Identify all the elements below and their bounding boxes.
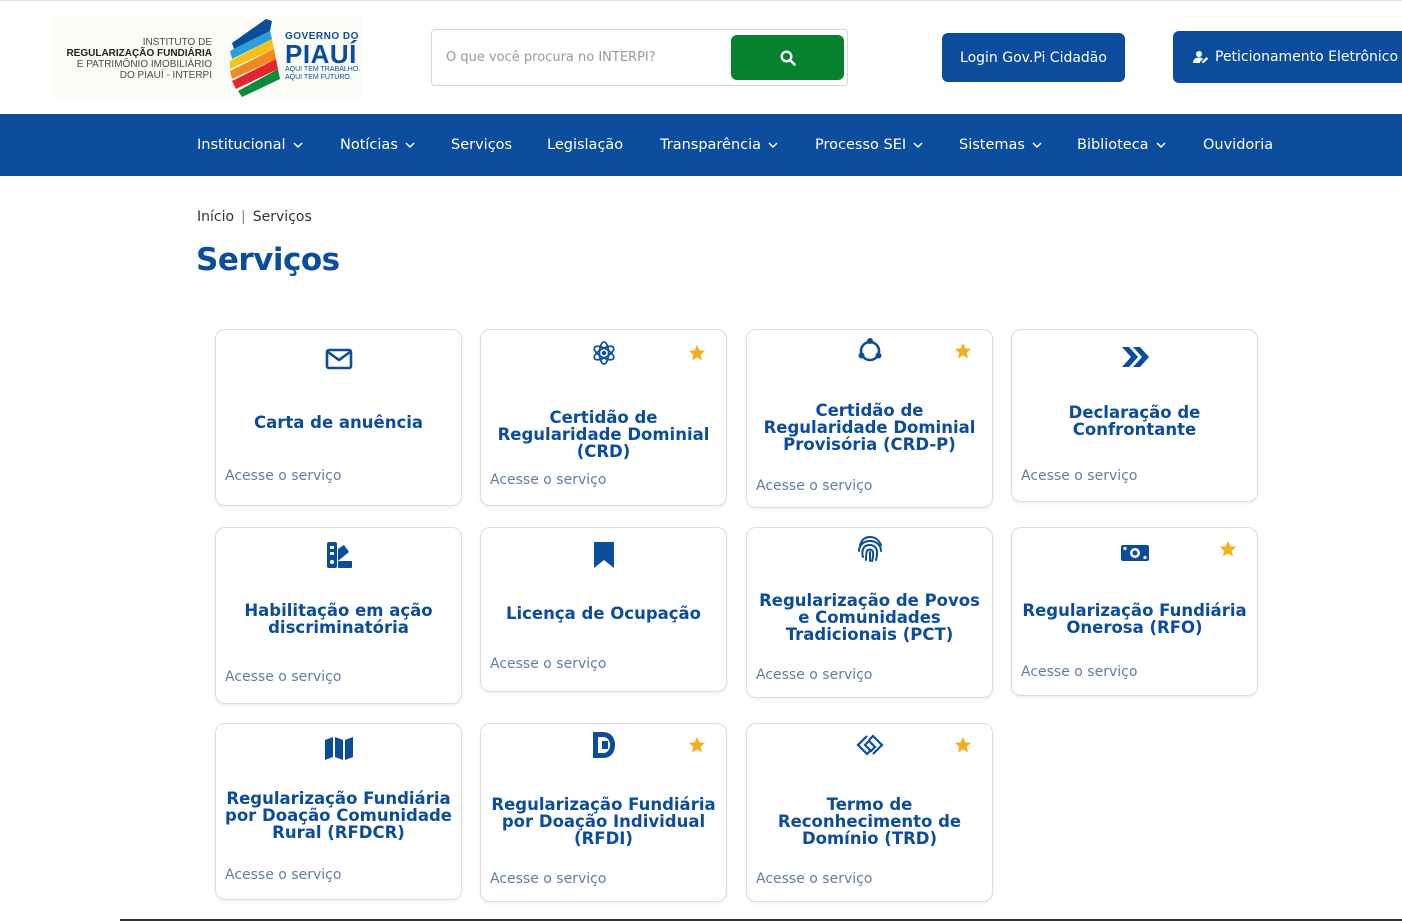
chevron-down-icon — [1032, 137, 1042, 153]
service-card-title: Regularização Fundiária Onerosa (RFO) — [1022, 601, 1247, 637]
star-icon — [954, 736, 972, 754]
service-card[interactable]: Declaração de Confrontante Acesse o servi… — [1011, 329, 1258, 502]
nav-item-label: Biblioteca — [1077, 137, 1149, 153]
chevron-down-icon — [1156, 137, 1166, 153]
logo-line-3: E PATRIMÔNIO IMOBILIÁRIO — [76, 59, 212, 70]
star-icon — [688, 344, 706, 362]
access-service-link[interactable]: Acesse o serviço — [490, 871, 606, 887]
nav-item-label: Sistemas — [959, 137, 1025, 153]
search-input[interactable] — [446, 45, 726, 69]
service-card-title: Regularização Fundiária por Doação Comun… — [225, 789, 452, 842]
service-card[interactable]: Regularização Fundiária por Doação Indiv… — [480, 723, 727, 902]
nav-item-servicos[interactable]: Serviços — [451, 114, 512, 176]
search-box — [431, 29, 848, 86]
fingerprint-icon — [855, 534, 885, 564]
page-title: Serviços — [196, 242, 340, 278]
nav-item-label: Ouvidoria — [1203, 137, 1274, 153]
chevron-down-icon — [405, 137, 415, 153]
access-service-link[interactable]: Acesse o serviço — [225, 669, 341, 685]
money-bill-icon — [1120, 538, 1150, 568]
service-card[interactable]: Carta de anuência Acesse o serviço — [215, 329, 462, 506]
envelope-icon — [324, 344, 354, 374]
access-service-link[interactable]: Acesse o serviço — [490, 472, 606, 488]
chevron-down-icon — [293, 137, 303, 153]
access-service-link[interactable]: Acesse o serviço — [1021, 468, 1137, 484]
nav-item-ouvidoria[interactable]: Ouvidoria — [1203, 114, 1273, 176]
service-card[interactable]: Certidão de Regularidade Dominial Provis… — [746, 329, 993, 508]
service-card[interactable]: Licença de Ocupação Acesse o serviço — [480, 527, 727, 692]
nav-item-biblioteca[interactable]: Biblioteca — [1077, 114, 1166, 176]
nav-item-institucional[interactable]: Institucional — [197, 114, 303, 176]
map-icon — [324, 733, 354, 763]
breadcrumb-separator: | — [241, 209, 246, 225]
gov-piaui-brand: GOVERNO DO PIAUÍ AQUI TEM TRABALHO. AQUI… — [285, 31, 360, 82]
gov-tagline-2: AQUI TEM FUTURO. — [285, 74, 352, 81]
service-card[interactable]: Habilitação em ação discriminatória Acess… — [215, 527, 462, 704]
peticionamento-label: Peticionamento Eletrônico — [1215, 49, 1399, 65]
connected-nodes-icon — [855, 336, 885, 366]
service-card-title: Habilitação em ação discriminatória — [244, 601, 433, 637]
atom-icon — [589, 338, 619, 368]
nav-item-label: Transparência — [660, 137, 762, 153]
access-service-link[interactable]: Acesse o serviço — [490, 656, 606, 672]
login-gov-pi-button[interactable]: Login Gov.Pi Cidadão — [942, 33, 1125, 82]
chevron-down-icon — [768, 137, 778, 153]
nav-item-label: Legislação — [547, 137, 624, 153]
service-card-title: Regularização Fundiária por Doação Indiv… — [491, 795, 716, 848]
user-edit-icon — [1193, 51, 1209, 63]
d-logo-icon — [589, 730, 619, 760]
breadcrumb: Início | Serviços — [197, 209, 312, 225]
swatchbook-icon — [324, 540, 354, 570]
search-button[interactable] — [731, 35, 844, 80]
main-nav: Institucional Notícias Serviços Legislação T… — [0, 114, 1402, 176]
service-card-title: Certidão de Regularidade Dominial (CRD) — [497, 408, 710, 461]
star-icon — [954, 342, 972, 360]
chevron-down-icon — [913, 137, 923, 153]
star-icon — [1219, 540, 1237, 558]
search-icon — [779, 49, 796, 66]
service-card-title: Regularização de Povos e Comunidades Tra… — [759, 591, 980, 644]
access-service-link[interactable]: Acesse o serviço — [756, 667, 872, 683]
service-card[interactable]: Regularização de Povos e Comunidades Tra… — [746, 527, 993, 698]
logo-line-1: INSTITUTO DE — [142, 37, 212, 48]
peticionamento-button[interactable]: Peticionamento Eletrônico — [1173, 31, 1402, 83]
linked-diamonds-icon — [855, 730, 885, 760]
access-service-link[interactable]: Acesse o serviço — [1021, 664, 1137, 680]
service-card-title: Declaração de Confrontante — [1068, 403, 1201, 439]
gov-tagline-1: AQUI TEM TRABALHO. — [285, 66, 361, 73]
nav-item-noticias[interactable]: Notícias — [340, 114, 415, 176]
nav-item-label: Institucional — [197, 137, 286, 153]
nav-item-label: Serviços — [451, 137, 513, 153]
nav-item-legislacao[interactable]: Legislação — [547, 114, 623, 176]
nav-item-sistemas[interactable]: Sistemas — [959, 114, 1042, 176]
access-service-link[interactable]: Acesse o serviço — [225, 867, 341, 883]
service-card-title: Certidão de Regularidade Dominial Provis… — [763, 401, 976, 454]
logo-line-4: DO PIAUÍ - INTERPI — [119, 70, 212, 81]
service-card-title: Carta de anuência — [253, 413, 424, 432]
service-card-title: Termo de Reconhecimento de Domínio (TRD) — [777, 795, 962, 848]
access-service-link[interactable]: Acesse o serviço — [225, 468, 341, 484]
star-icon — [688, 736, 706, 754]
nav-item-transparencia[interactable]: Transparência — [660, 114, 778, 176]
service-card[interactable]: Regularização Fundiária Onerosa (RFO) Ace… — [1011, 527, 1258, 696]
logo-line-2: REGULARIZAÇÃO FUNDIÁRIA — [66, 48, 212, 59]
logo-text: INSTITUTO DE REGULARIZAÇÃO FUNDIÁRIA E P… — [52, 37, 212, 81]
service-card[interactable]: Termo de Reconhecimento de Domínio (TRD)… — [746, 723, 993, 902]
site-header: INSTITUTO DE REGULARIZAÇÃO FUNDIÁRIA E P… — [0, 0, 1402, 114]
access-service-link[interactable]: Acesse o serviço — [756, 478, 872, 494]
nav-item-label: Processo SEI — [815, 137, 907, 153]
nav-item-processo-sei[interactable]: Processo SEI — [815, 114, 923, 176]
service-card[interactable]: Regularização Fundiária por Doação Comun… — [215, 723, 462, 900]
nav-item-label: Notícias — [340, 137, 398, 153]
access-service-link[interactable]: Acesse o serviço — [756, 871, 872, 887]
breadcrumb-current: Serviços — [252, 209, 312, 225]
service-card[interactable]: Certidão de Regularidade Dominial (CRD) A… — [480, 329, 727, 506]
breadcrumb-home-link[interactable]: Início — [197, 209, 234, 225]
interpi-logo[interactable]: INSTITUTO DE REGULARIZAÇÃO FUNDIÁRIA E P… — [52, 15, 362, 99]
piaui-map-logo-icon — [230, 19, 280, 97]
gov-big-text: PIAUÍ — [285, 39, 357, 69]
bookmark-icon — [589, 540, 619, 570]
service-card-title: Licença de Ocupação — [505, 604, 702, 623]
forward-chevrons-icon — [1120, 342, 1150, 372]
